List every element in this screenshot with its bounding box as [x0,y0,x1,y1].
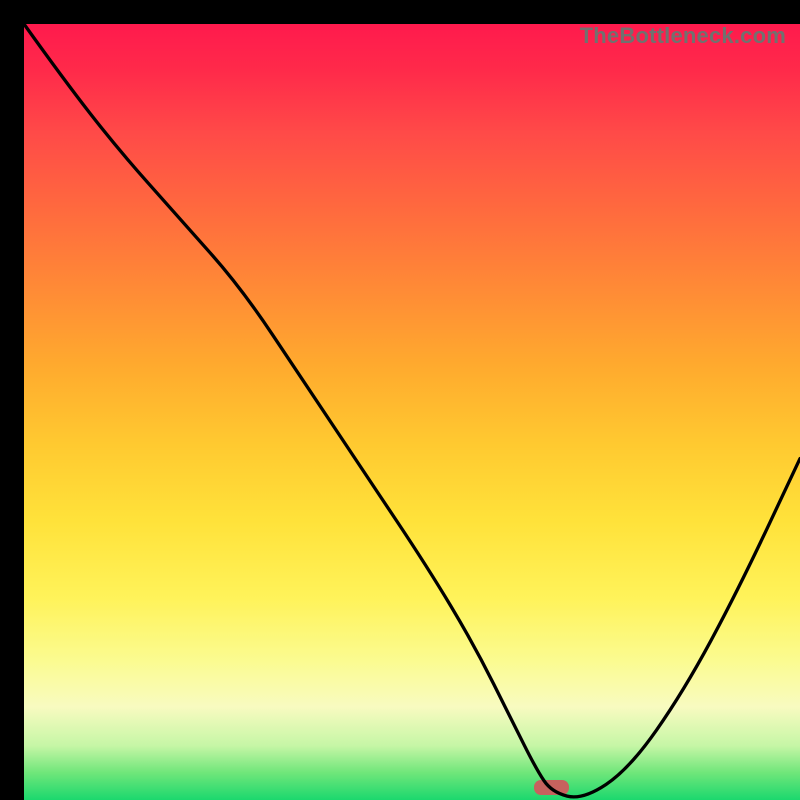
watermark-text: TheBottleneck.com [580,24,786,49]
bottleneck-curve [24,24,800,800]
chart-frame: TheBottleneck.com [0,0,800,800]
plot-area: TheBottleneck.com [24,24,800,800]
